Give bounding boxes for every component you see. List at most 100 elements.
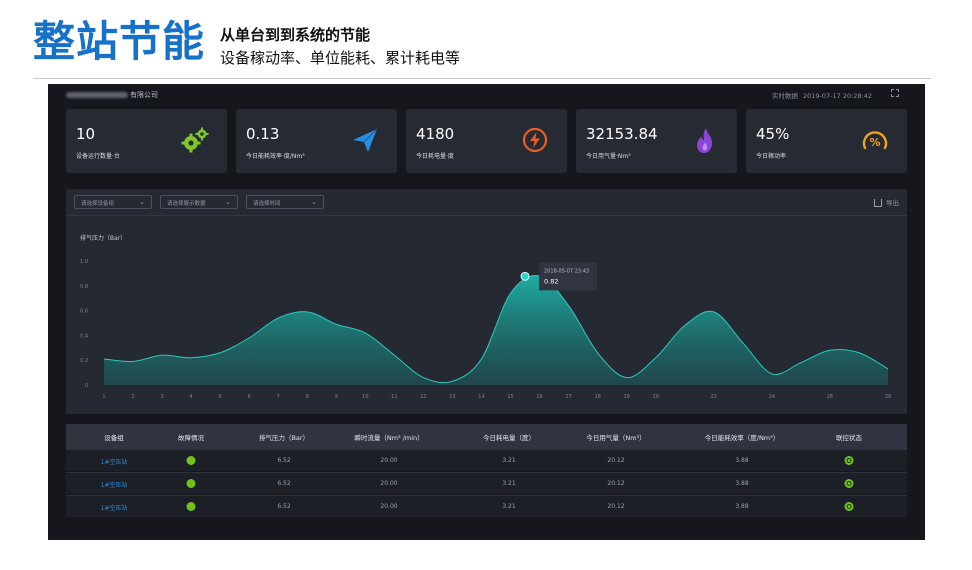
y-tick-label: 0.8 [80,284,88,290]
x-tick-label: 17 [565,394,571,400]
kpi-value: 10 [76,125,96,143]
subtitle-line-1: 从单台到到系统的节能 [220,26,371,44]
kpi-card-running-devices: 10 设备运行数量·台 [66,109,227,173]
cell-gas: 20.12 [607,480,625,487]
cell-efficiency: 3.88 [735,503,749,510]
x-tick-label: 20 [653,394,659,400]
x-tick-label: 10 [362,394,368,400]
table-header: 设备组 故障情况 排气压力（Bar） 瞬时流量（Nm³ /min） 今日耗电量（… [66,424,907,449]
hover-point-marker[interactable] [520,271,530,281]
x-tick-label: 9 [335,394,338,400]
chart-tooltip [539,262,598,291]
fault-status-dot [186,502,196,511]
x-tick-label: 7 [277,394,280,400]
header-divider [33,78,931,79]
pressure-area-fill [104,275,888,385]
table-row[interactable]: 1#空压站 6.52 20.00 3.21 20.12 3.88 [66,449,907,471]
x-tick-label: 24 [769,394,775,400]
y-tick-label: 0.6 [80,309,88,315]
fault-status-dot [186,479,196,488]
x-tick-label: 4 [190,394,193,400]
x-tick-label: 26 [827,394,833,400]
kpi-card-utilization: 45% 今日稼动率 % [746,109,907,173]
y-tick-label: 1.0 [80,259,88,265]
cell-power: 3.21 [502,480,516,487]
x-tick-label: 2 [131,394,134,400]
subtitle-line-2: 设备稼动率、单位能耗、累计耗电等 [220,49,461,67]
x-tick-label: 5 [219,394,222,400]
paper-plane-icon [353,128,378,152]
cell-flow: 20.00 [380,457,398,464]
y-tick-label: 0.4 [80,333,88,339]
control-status-icon[interactable] [844,502,854,511]
tooltip-value: 0.82 [544,277,558,285]
cell-device-group[interactable]: 1#空压站 [101,480,128,489]
x-tick-label: 12 [420,394,426,400]
device-table: 设备组 故障情况 排气压力（Bar） 瞬时流量（Nm³ /min） 今日耗电量（… [66,424,907,520]
cell-efficiency: 3.88 [735,480,749,487]
kpi-value: 45% [756,125,790,143]
cell-efficiency: 3.88 [735,457,749,464]
realtime-label: 实时数据 [772,92,798,100]
x-tick-label: 15 [507,394,513,400]
th-flow: 瞬时流量（Nm³ /min） [354,434,424,442]
kpi-label: 今日用气量·Nm³ [586,153,631,160]
fullscreen-icon[interactable] [891,89,899,97]
x-tick-label: 16 [536,394,542,400]
pressure-chart-panel: 请选择设备组 ⌄ 请选择展示数据 ⌄ 请选择时间 ⌄ 导出 排气压力（Bar） 0 0.… [66,189,907,414]
x-tick-label: 1 [102,394,105,400]
gears-icon [181,127,209,153]
th-efficiency: 今日能耗效率（度/Nm³） [704,434,780,442]
x-tick-label: 18 [594,394,600,400]
x-tick-label: 28 [885,394,891,400]
cell-power: 3.21 [502,457,516,464]
cell-gas: 20.12 [607,457,625,464]
blurred-company-prefix [66,92,128,98]
kpi-label: 今日能耗效率·度/Nm³ [246,153,305,160]
kpi-value: 32153.84 [586,125,658,143]
pressure-area-chart[interactable]: 00.20.40.60.81.0 1 2 3 4 5 6 7 8 9 10 11 12 13 14 15 16… [66,189,907,414]
kpi-label: 今日稼动率 [756,153,787,160]
control-status-icon[interactable] [844,456,854,465]
th-gas: 今日用气量（Nm³） [586,434,646,442]
cell-flow: 20.00 [380,503,398,510]
x-tick-label: 11 [391,394,397,400]
dashboard-window: 有限公司 实时数据 2019-07-17 20:28:42 10 设备运行数量·台… [48,84,925,540]
x-tick-label: 19 [623,394,629,400]
kpi-card-power-consumption: 4180 今日耗电量·度 [406,109,567,173]
kpi-card-gas-consumption: 32153.84 今日用气量·Nm³ [576,109,737,173]
x-tick-label: 13 [449,394,455,400]
cell-device-group[interactable]: 1#空压站 [101,503,128,512]
cell-pressure: 6.52 [277,480,291,487]
cell-power: 3.21 [502,503,516,510]
kpi-card-energy-efficiency: 0.13 今日能耗效率·度/Nm³ [236,109,397,173]
x-tick-label: 6 [248,394,251,400]
table-row[interactable]: 1#空压站 6.52 20.00 3.21 20.12 3.88 [66,495,907,517]
x-tick-label: 14 [478,394,484,400]
th-power: 今日耗电量（度） [483,434,535,442]
kpi-value: 4180 [416,125,455,143]
header: 整站节能 从单台到到系统的节能 设备稼动率、单位能耗、累计耗电等 [0,0,972,80]
tooltip-date: 2018-05-07 23:43 [544,268,589,274]
x-tick-label: 8 [306,394,309,400]
company-suffix: 有限公司 [130,91,158,99]
realtime-datetime: 2019-07-17 20:28:42 [803,92,873,100]
x-tick-label: 3 [160,394,163,400]
cell-gas: 20.12 [607,503,625,510]
percent-gauge-icon: % [862,131,888,150]
page-title: 整站节能 [33,17,206,66]
realtime-clock: 实时数据 2019-07-17 20:28:42 [772,90,877,100]
cell-device-group[interactable]: 1#空压站 [101,457,128,466]
cell-pressure: 6.52 [277,503,291,510]
table-row[interactable]: 1#空压站 6.52 20.00 3.21 20.12 3.88 [66,472,907,494]
svg-text:%: % [869,136,880,149]
th-control: 联控状态 [836,434,862,442]
th-fault: 故障情况 [178,434,204,442]
control-status-icon[interactable] [844,479,854,488]
fault-status-dot [186,456,196,465]
dashboard-topbar: 有限公司 实时数据 2019-07-17 20:28:42 [48,84,925,106]
x-tick-label: 22 [711,394,717,400]
th-pressure: 排气压力（Bar） [258,434,310,442]
flame-icon [697,128,713,153]
th-device-group: 设备组 [104,434,124,442]
